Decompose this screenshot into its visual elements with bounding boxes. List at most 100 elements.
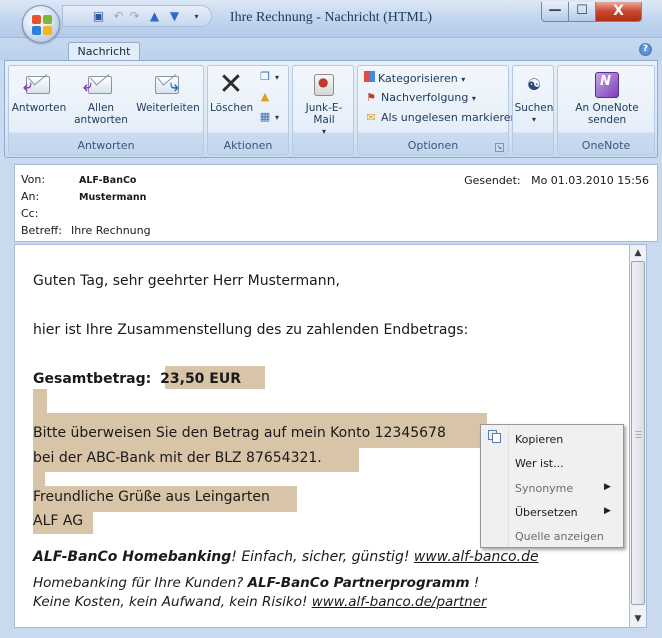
regards-text: Freundliche Grüße aus Leingarten xyxy=(33,489,270,505)
followup-button[interactable]: ⚑ Nachverfolgung ▾ xyxy=(364,91,476,104)
title-bar: ▣ ↶ ↷ ▲ ▼ ▾ Ihre Rechnung - Nachricht (H… xyxy=(0,0,662,38)
total-value: 23,50 EUR xyxy=(160,371,242,387)
forward-label: Weiterleiten xyxy=(136,102,200,114)
help-icon[interactable]: ? xyxy=(639,43,652,56)
binoculars-icon: ☯ xyxy=(526,75,542,94)
search-button[interactable]: ☯ Suchen ▾ xyxy=(514,70,554,126)
from-value[interactable]: ALF-BanCo xyxy=(79,175,136,186)
partner-line: Homebanking für Ihre Kunden? ALF-BanCo P… xyxy=(33,575,479,591)
from-label: Von: xyxy=(21,173,46,186)
mark-unread-button[interactable]: ✉ Als ungelesen markieren xyxy=(364,111,518,124)
send-to-onenote-button[interactable]: N An OneNote senden xyxy=(560,70,654,126)
delete-icon: ✕ xyxy=(218,67,244,102)
scrollbar-thumb[interactable]: — — — xyxy=(631,261,645,605)
reply-all-button[interactable]: ⤶ Allen antworten xyxy=(73,70,129,126)
other-actions-icon: ▦ xyxy=(259,110,271,123)
subject-row: Betreff: Ihre Rechnung xyxy=(21,224,151,237)
other-actions-button[interactable]: ▦ ▾ xyxy=(258,110,279,123)
send-to-onenote-label-2: senden xyxy=(587,114,627,126)
junk-button[interactable]: ● Junk-E-Mail ▾ xyxy=(295,70,353,138)
flag-icon: ⚑ xyxy=(366,91,376,104)
partner-link[interactable]: www.alf-banco.de/partner xyxy=(312,594,487,610)
delete-button[interactable]: ✕ Löschen xyxy=(210,67,254,115)
grip-icon: — — — xyxy=(635,427,642,441)
to-row: An: Mustermann xyxy=(21,190,146,203)
onenote-icon: N xyxy=(591,70,623,100)
group-label-antworten: Antworten xyxy=(77,139,135,152)
rules-button[interactable]: ▲ xyxy=(258,90,275,103)
maximize-icon: ☐ xyxy=(576,3,588,18)
followup-label: Nachverfolgung xyxy=(381,91,469,104)
menu-item-uebersetzen-label: Übersetzen xyxy=(515,506,578,519)
office-button-icon xyxy=(32,15,52,35)
vertical-scrollbar[interactable]: ▲ — — — ▼ xyxy=(630,244,647,628)
reply-label: Antworten xyxy=(11,102,67,114)
transfer-text-2: bei der ABC-Bank mit der BLZ 87654321. xyxy=(33,450,322,466)
move-icon: ❐ xyxy=(260,70,270,83)
group-label-optionen: Optionen xyxy=(407,139,459,152)
menu-item-uebersetzen[interactable]: Übersetzen ▶ xyxy=(515,506,611,519)
minimize-button[interactable]: — xyxy=(541,2,569,22)
maximize-button[interactable]: ☐ xyxy=(569,2,596,22)
categorize-button[interactable]: Kategorisieren ▾ xyxy=(364,71,465,85)
search-dropdown-icon: ▾ xyxy=(531,115,536,124)
scroll-up-arrow-icon[interactable]: ▲ xyxy=(630,245,646,261)
cc-row: Cc: xyxy=(21,207,79,220)
total-row: Gesamtbetrag: 23,50 EUR xyxy=(33,371,241,387)
company-text: ALF AG xyxy=(33,513,84,529)
costs-text: Keine Kosten, kein Aufwand, kein Risiko! xyxy=(33,594,312,610)
junk-icon: ● xyxy=(308,70,340,100)
junk-dropdown-icon: ▾ xyxy=(321,127,326,136)
reply-all-label-2: antworten xyxy=(74,114,128,126)
mark-unread-label: Als ungelesen markieren xyxy=(381,111,518,124)
forward-icon: ⤷ xyxy=(152,70,184,100)
partner-excl: ! xyxy=(469,575,480,591)
group-optionen: Kategorisieren ▾ ⚑ Nachverfolgung ▾ ✉ Als … xyxy=(357,65,518,155)
categorize-icon xyxy=(364,71,375,82)
forward-button[interactable]: ⤷ Weiterleiten xyxy=(133,70,203,114)
sent-label: Gesendet: xyxy=(464,174,521,187)
selection-highlight-gap2 xyxy=(33,472,45,486)
menu-item-synonyme[interactable]: Synonyme ▶ xyxy=(515,482,611,495)
move-button[interactable]: ❐ ▾ xyxy=(258,70,279,83)
to-value[interactable]: Mustermann xyxy=(79,192,146,203)
submenu-arrow-icon: ▶ xyxy=(604,506,611,516)
costs-line: Keine Kosten, kein Aufwand, kein Risiko!… xyxy=(33,594,487,610)
options-dialog-launcher-icon[interactable]: ↘ xyxy=(495,143,504,152)
partner-brand: ALF-BanCo Partnerprogramm xyxy=(247,575,470,591)
close-icon: X xyxy=(613,3,624,19)
categorize-label: Kategorisieren xyxy=(378,72,458,85)
tab-nachricht[interactable]: Nachricht xyxy=(68,42,140,61)
promo-text: ! Einfach, sicher, günstig! xyxy=(231,549,414,565)
ribbon: ⤶ Antworten ⤶ Allen antworten ⤷ Weiterle… xyxy=(4,60,658,158)
group-label-onenote: OneNote xyxy=(581,139,631,152)
close-button[interactable]: X xyxy=(596,2,642,22)
promo-line: ALF-BanCo Homebanking! Einfach, sicher, … xyxy=(33,549,539,565)
search-label: Suchen xyxy=(514,102,554,114)
delete-label: Löschen xyxy=(210,102,254,114)
subject-label: Betreff: xyxy=(21,224,62,237)
menu-item-wer-ist[interactable]: Wer ist... xyxy=(515,457,564,470)
menu-item-synonyme-label: Synonyme xyxy=(515,482,574,495)
junk-label: Junk-E-Mail xyxy=(305,102,343,126)
cc-label: Cc: xyxy=(21,207,39,220)
transfer-text-1: Bitte überweisen Sie den Betrag auf mein… xyxy=(33,425,446,441)
context-menu-gutter xyxy=(481,425,509,547)
reply-button[interactable]: ⤶ Antworten xyxy=(11,70,67,114)
office-button[interactable] xyxy=(22,5,60,43)
context-menu: Kopieren Wer ist... Synonyme ▶ Übersetze… xyxy=(480,424,624,548)
menu-item-kopieren[interactable]: Kopieren xyxy=(515,433,563,446)
promo-link[interactable]: www.alf-banco.de xyxy=(414,549,539,565)
subject-value: Ihre Rechnung xyxy=(71,224,151,237)
reply-all-label-1: Allen xyxy=(87,102,115,114)
copy-icon xyxy=(488,430,502,443)
group-antworten: ⤶ Antworten ⤶ Allen antworten ⤷ Weiterle… xyxy=(8,65,204,155)
partner-text: Homebanking für Ihre Kunden? xyxy=(33,575,248,591)
ribbon-tab-row: Nachricht ? xyxy=(0,38,662,61)
scroll-down-arrow-icon[interactable]: ▼ xyxy=(630,611,646,627)
folder-icon: ▲ xyxy=(260,90,270,103)
menu-item-quelle-anzeigen[interactable]: Quelle anzeigen xyxy=(515,530,604,543)
send-to-onenote-label-1: An OneNote xyxy=(575,102,639,114)
group-aktionen: ✕ Löschen ❐ ▾ ▲ ▦ ▾ Aktionen xyxy=(207,65,289,155)
sent-row: Gesendet: Mo 01.03.2010 15:56 xyxy=(464,174,649,187)
